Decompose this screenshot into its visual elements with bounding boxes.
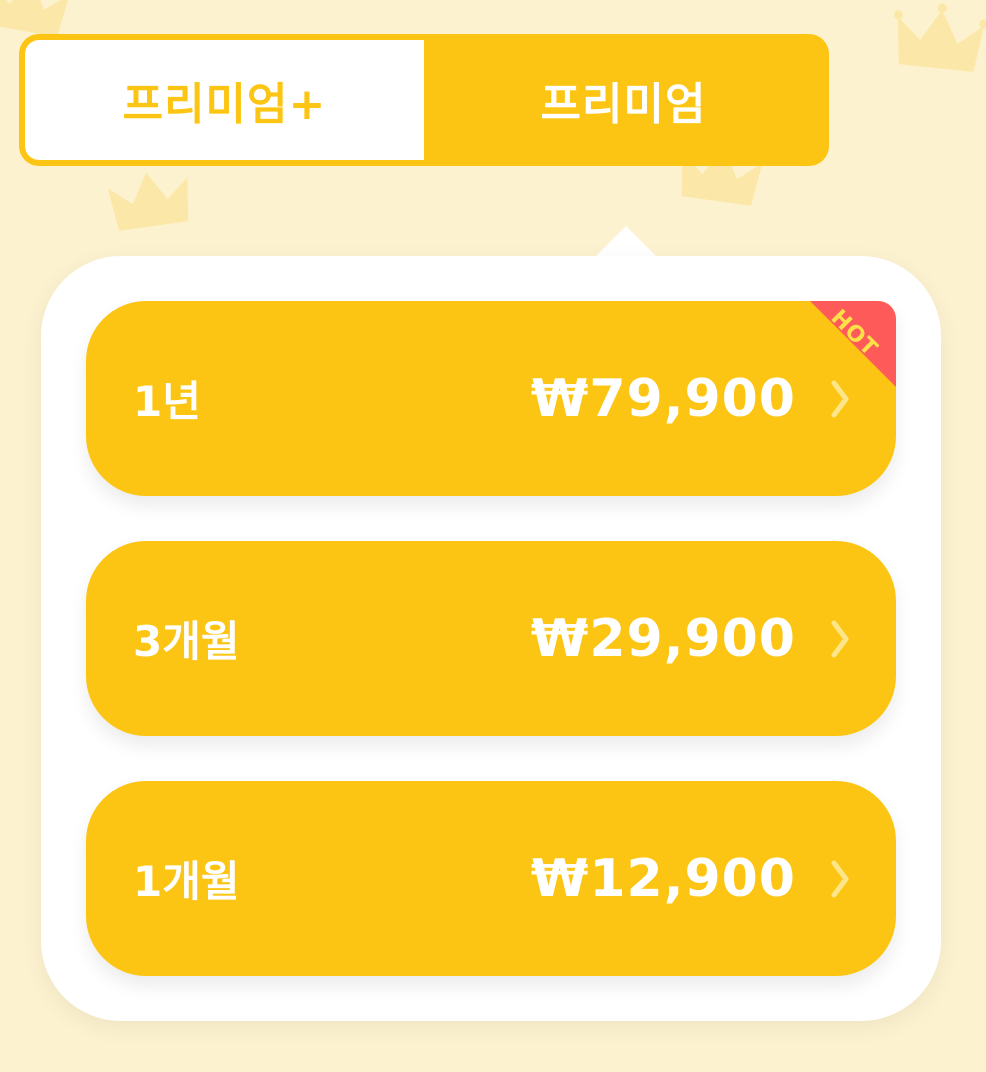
plan-duration: 1년 [133,377,201,426]
plan-price: ₩29,900 [530,608,796,669]
plan-type-tabs: 프리미엄+ 프리미엄 [19,34,829,166]
tab-premium[interactable]: 프리미엄 [424,40,823,160]
plan-duration: 3개월 [133,617,240,666]
card-pointer [595,226,657,257]
plan-option-1-year[interactable]: 1년 ₩79,900 HOT [86,301,896,496]
plan-option-3-months[interactable]: 3개월 ₩29,900 [86,541,896,736]
plan-price: ₩12,900 [530,848,796,909]
chevron-right-icon [830,859,850,899]
hot-badge: HOT [810,301,896,387]
tab-premium-plus[interactable]: 프리미엄+ [25,40,424,160]
plan-duration: 1개월 [133,857,240,906]
plan-option-1-month[interactable]: 1개월 ₩12,900 [86,781,896,976]
crown-icon [888,0,986,85]
plan-price: ₩79,900 [530,368,796,429]
crown-icon [101,159,200,241]
chevron-right-icon [830,619,850,659]
